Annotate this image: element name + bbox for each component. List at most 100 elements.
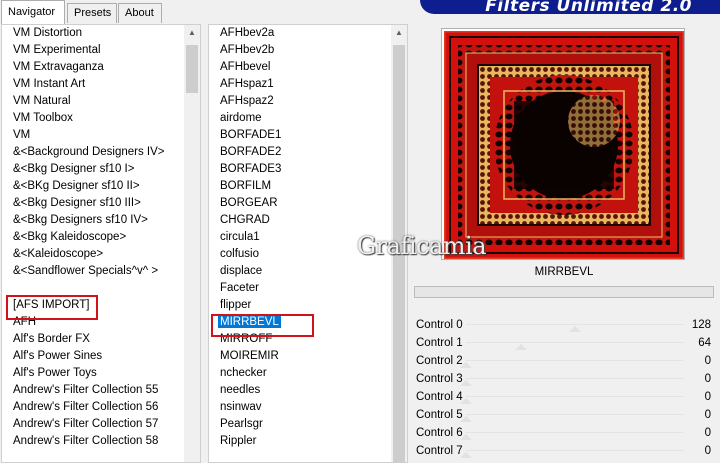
filter-item[interactable]: BORFILM <box>209 178 407 195</box>
tab-about[interactable]: About <box>118 3 162 23</box>
category-list[interactable]: VM Distortion VM Experimental VM Extravaga… <box>1 24 201 463</box>
filter-item[interactable]: AFHspaz1 <box>209 76 407 93</box>
current-filter-name: MIRRBEVL <box>534 266 594 278</box>
filter-item[interactable]: nchecker <box>209 365 407 382</box>
category-item[interactable]: VM Experimental <box>2 42 200 59</box>
category-scrollbar[interactable]: ▲ <box>184 25 200 462</box>
control-label: Control 2 <box>416 355 463 367</box>
control-row: Control 5 0 <box>414 406 714 424</box>
watermark: Graficamia <box>357 232 487 260</box>
slider-thumb-icon[interactable] <box>460 362 472 368</box>
slider-thumb-icon[interactable] <box>569 326 581 332</box>
category-item[interactable]: Andrew's Filter Collection 57 <box>2 416 200 433</box>
scroll-up-arrow-icon[interactable]: ▲ <box>391 25 407 41</box>
filter-item[interactable]: BORFADE1 <box>209 127 407 144</box>
slider-thumb-icon[interactable] <box>514 344 527 350</box>
filter-item[interactable]: MOIREMIR <box>209 348 407 365</box>
control-value: 0 <box>704 373 711 385</box>
tab-label: Navigator <box>8 6 56 18</box>
category-item[interactable]: &<Sandflower Specials^v^ > <box>2 263 200 280</box>
filter-item[interactable]: CHGRAD <box>209 212 407 229</box>
category-highlight-box <box>6 295 98 320</box>
category-item[interactable]: &<BKg Designer sf10 II> <box>2 178 200 195</box>
filter-item[interactable]: needles <box>209 382 407 399</box>
control-slider[interactable] <box>466 396 684 397</box>
slider-thumb-icon[interactable] <box>460 398 472 404</box>
control-label: Control 6 <box>416 427 463 439</box>
category-item[interactable]: &<Bkg Designer sf10 III> <box>2 195 200 212</box>
control-value: 0 <box>704 355 711 367</box>
filters-unlimited-window: Navigator Presets About Filters Unlimite… <box>0 0 720 463</box>
control-slider[interactable] <box>466 342 684 343</box>
filter-item[interactable]: AFHbev2b <box>209 42 407 59</box>
category-item[interactable]: &<Bkg Designer sf10 I> <box>2 161 200 178</box>
control-slider[interactable] <box>466 450 684 451</box>
category-item[interactable]: Alf's Border FX <box>2 331 200 348</box>
control-row: Control 4 0 <box>414 388 714 406</box>
control-label: Control 5 <box>416 409 463 421</box>
filter-item[interactable]: Pearlsgr <box>209 416 407 433</box>
filter-item[interactable]: BORGEAR <box>209 195 407 212</box>
tab-navigator[interactable]: Navigator <box>1 0 65 24</box>
tab-label: About <box>125 7 154 19</box>
category-item[interactable]: VM Instant Art <box>2 76 200 93</box>
control-label: Control 7 <box>416 445 463 457</box>
filter-highlight-box <box>211 314 314 337</box>
control-label: Control 4 <box>416 391 463 403</box>
tab-label: Presets <box>74 7 112 19</box>
control-slider[interactable] <box>466 414 684 415</box>
category-item[interactable]: VM Extravaganza <box>2 59 200 76</box>
category-item[interactable]: Andrew's Filter Collection 56 <box>2 399 200 416</box>
filter-item[interactable]: nsinwav <box>209 399 407 416</box>
control-row: Control 6 0 <box>414 424 714 442</box>
tab-bar: Navigator Presets About Filters Unlimite… <box>0 0 720 24</box>
slider-thumb-icon[interactable] <box>460 380 472 386</box>
control-row: Control 3 0 <box>414 370 714 388</box>
filter-item[interactable]: AFHbev2a <box>209 25 407 42</box>
category-item[interactable]: &<Bkg Designers sf10 IV> <box>2 212 200 229</box>
scroll-up-arrow-icon[interactable]: ▲ <box>184 25 200 41</box>
control-value: 0 <box>704 427 711 439</box>
category-item[interactable]: VM Natural <box>2 93 200 110</box>
category-item[interactable]: Alf's Power Toys <box>2 365 200 382</box>
filter-item[interactable]: Rippler <box>209 433 407 450</box>
tab-presets[interactable]: Presets <box>67 3 117 23</box>
slider-thumb-icon[interactable] <box>460 452 472 458</box>
controls-panel: Control 0 128 Control 1 64 Control 2 0 Control… <box>414 316 714 460</box>
category-item[interactable]: Andrew's Filter Collection 58 <box>2 433 200 450</box>
category-item[interactable]: VM Toolbox <box>2 110 200 127</box>
preview-image <box>441 28 685 260</box>
category-item[interactable]: &<Bkg Kaleidoscope> <box>2 229 200 246</box>
category-item[interactable]: Alf's Power Sines <box>2 348 200 365</box>
slider-thumb-icon[interactable] <box>460 416 472 422</box>
control-label: Control 3 <box>416 373 463 385</box>
filter-item[interactable]: airdome <box>209 110 407 127</box>
control-slider[interactable] <box>466 360 684 361</box>
control-value: 64 <box>698 337 711 349</box>
slider-thumb-icon[interactable] <box>460 434 472 440</box>
control-slider[interactable] <box>466 324 684 325</box>
category-item[interactable]: VM Distortion <box>2 25 200 42</box>
control-slider[interactable] <box>466 432 684 433</box>
filter-item[interactable]: Faceter <box>209 280 407 297</box>
progress-bar <box>414 286 714 298</box>
filter-item[interactable]: BORFADE3 <box>209 161 407 178</box>
control-value: 128 <box>691 319 711 331</box>
control-label: Control 0 <box>416 319 463 331</box>
scrollbar-thumb[interactable] <box>186 45 198 93</box>
control-value: 0 <box>704 391 711 403</box>
filter-item[interactable]: AFHspaz2 <box>209 93 407 110</box>
filter-item[interactable]: AFHbevel <box>209 59 407 76</box>
category-item[interactable]: &<Background Designers IV> <box>2 144 200 161</box>
category-items: VM Distortion VM Experimental VM Extravaga… <box>2 25 200 450</box>
app-banner: Filters Unlimited 2.0 <box>420 0 720 14</box>
control-value: 0 <box>704 409 711 421</box>
control-row: Control 0 128 <box>414 316 714 334</box>
category-item[interactable]: VM <box>2 127 200 144</box>
filter-item[interactable]: flipper <box>209 297 407 314</box>
filter-item[interactable]: displace <box>209 263 407 280</box>
filter-item[interactable]: BORFADE2 <box>209 144 407 161</box>
control-slider[interactable] <box>466 378 684 379</box>
category-item[interactable]: Andrew's Filter Collection 55 <box>2 382 200 399</box>
category-item[interactable]: &<Kaleidoscope> <box>2 246 200 263</box>
